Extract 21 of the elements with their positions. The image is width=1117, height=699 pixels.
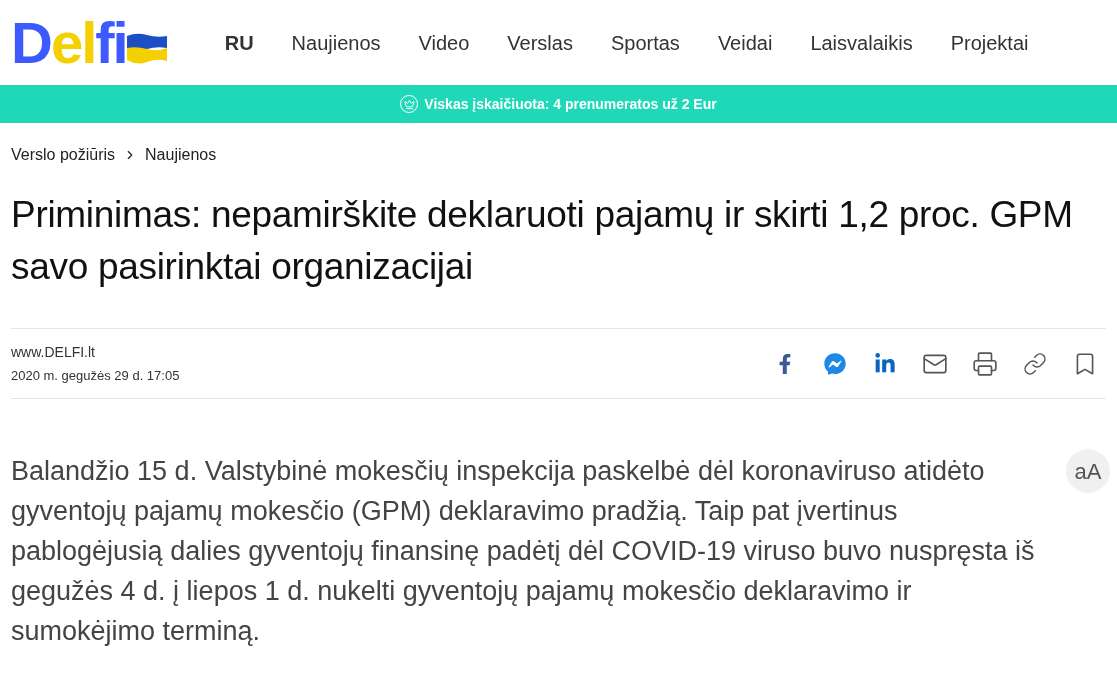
nav-link[interactable]: Projektai bbox=[950, 27, 1029, 58]
nav-link[interactable]: Veidai bbox=[717, 27, 773, 58]
nav-link[interactable]: Naujienos bbox=[291, 27, 381, 58]
article-body: Balandžio 15 d. Valstybinė mokesčių inspekcija paskelbė dėl koronaviruso atidėto gyventojų pajamų mokesčio (GPM) deklaravimo pradžią. Taip pat įvertinus pablogėjusią dalies gyventojų finansinę padėtį dėl COVID-19 viruso buvo nuspręsta iš gegužės 4 d. į liepos 1 d. nukelti gyventojų pajamų mokesčio deklaravimo ir sumokėjimo terminą. bbox=[11, 455, 1036, 648]
link-icon[interactable] bbox=[1022, 350, 1048, 377]
date-text: 2020 m. gegužės 29 d. 17:05 bbox=[11, 366, 180, 385]
messenger-icon[interactable] bbox=[822, 350, 848, 377]
nav-link[interactable]: Video bbox=[418, 27, 470, 58]
breadcrumb-link[interactable]: Naujienos bbox=[145, 143, 217, 167]
promo-text: Viskas įskaičiuota: 4 prenumeratos už 2 Eur bbox=[424, 94, 717, 114]
nav-link[interactable]: Laisvalaikis bbox=[810, 27, 913, 58]
font-size-button[interactable]: aA bbox=[1066, 449, 1110, 493]
nav-link[interactable]: Sportas bbox=[610, 27, 680, 58]
article-title: Priminimas: nepamirškite deklaruoti pajamų ir skirti 1,2 proc. GPM savo pasirinktai organizacijai bbox=[11, 193, 1074, 289]
nav-link[interactable]: RU bbox=[224, 27, 254, 58]
logo[interactable]: Delfi bbox=[11, 13, 127, 72]
source-text: www.DELFI.lt bbox=[11, 342, 96, 362]
breadcrumb-link[interactable]: Verslo požiūris bbox=[11, 143, 116, 167]
print-icon[interactable] bbox=[972, 350, 998, 377]
flag-icon bbox=[124, 31, 169, 64]
nav-link[interactable]: Verslas bbox=[507, 27, 573, 58]
